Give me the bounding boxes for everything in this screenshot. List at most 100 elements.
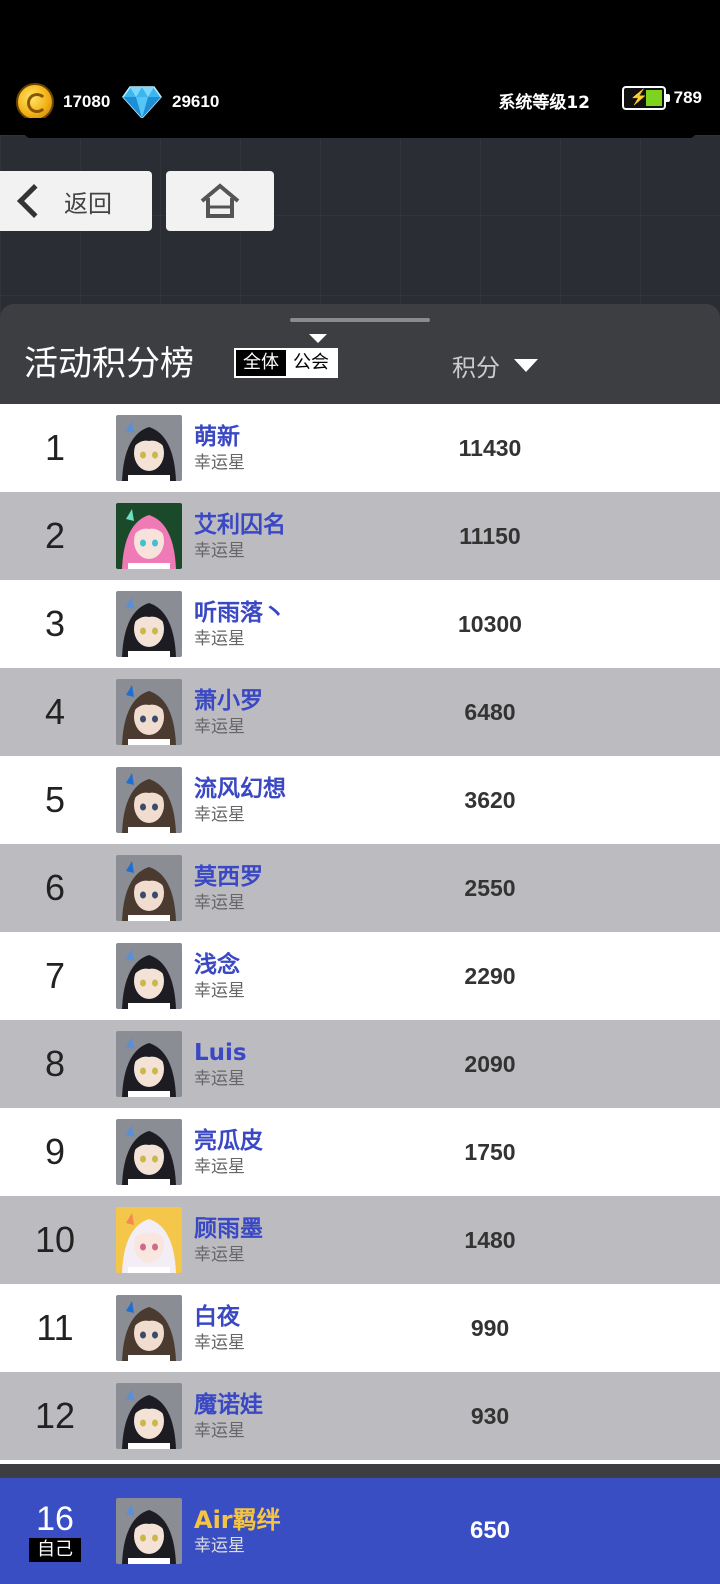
topbar-edge (0, 118, 720, 138)
self-title: 幸运星 (194, 1536, 245, 1556)
top-status-bar: 17080 29610 系统等级12 ⚡ 789 (0, 0, 720, 135)
player-title: 幸运星 (194, 1245, 245, 1265)
chevron-left-icon (17, 184, 51, 218)
player-name: 亮瓜皮 (194, 1128, 263, 1154)
stamina-counter[interactable]: ⚡ 789 (621, 86, 702, 110)
girl-avatar[interactable] (116, 415, 182, 481)
filter-all-tab[interactable]: 全体 (236, 350, 286, 376)
stamina-value: 789 (673, 88, 702, 107)
player-score: 930 (470, 1402, 510, 1429)
self-score: 650 (469, 1517, 511, 1544)
girl-avatar[interactable] (116, 1383, 182, 1449)
self-avatar[interactable] (116, 1498, 182, 1564)
filter-guild-tab[interactable]: 公会 (286, 350, 336, 376)
player-name: 艾利囚名 (194, 512, 286, 538)
boy-avatar[interactable] (116, 679, 182, 745)
ranking-row[interactable]: 3 听雨落丶幸运星 10300 (0, 580, 720, 668)
girl-avatar[interactable] (116, 1031, 182, 1097)
sort-down-icon (514, 359, 538, 372)
self-name: Air羁绊 (194, 1506, 281, 1534)
self-rank: 16 (36, 1500, 74, 1538)
gold-coin-icon (16, 83, 54, 121)
rank-number: 8 (44, 1043, 66, 1084)
player-score: 11150 (459, 522, 521, 549)
system-level: 系统等级12 (498, 93, 590, 113)
player-title: 幸运星 (194, 1421, 245, 1441)
player-name: 魔诺娃 (194, 1392, 263, 1418)
player-name: 流风幻想 (194, 776, 286, 802)
self-rank-row[interactable]: 16 自己 Air羁绊 幸运星 650 (0, 1478, 720, 1584)
boy-avatar[interactable] (116, 767, 182, 833)
ranking-row[interactable]: 7 浅念幸运星 2290 (0, 932, 720, 1020)
ranking-row[interactable]: 11 白夜幸运星 990 (0, 1284, 720, 1372)
girl-avatar[interactable] (116, 1119, 182, 1185)
player-score: 1480 (464, 1226, 516, 1253)
self-tag: 自己 (29, 1538, 81, 1562)
player-title: 幸运星 (194, 981, 245, 1001)
player-title: 幸运星 (194, 629, 245, 649)
rank-number: 4 (44, 691, 66, 732)
player-score: 1750 (464, 1138, 516, 1165)
panel-drag-handle[interactable] (290, 318, 430, 322)
rank-number: 1 (44, 427, 66, 468)
player-title: 幸运星 (194, 453, 245, 473)
rank-number: 11 (36, 1307, 74, 1348)
battery-icon: ⚡ (621, 86, 670, 110)
rank-number: 5 (44, 779, 66, 820)
pink-girl-avatar[interactable] (116, 503, 182, 569)
ranking-row[interactable]: 12 魔诺娃幸运星 930 (0, 1372, 720, 1460)
back-button[interactable]: 返回 (0, 171, 152, 231)
player-score: 2290 (464, 962, 516, 989)
rank-number: 7 (44, 955, 66, 996)
white-hair-girl-avatar[interactable] (116, 1207, 182, 1273)
ranking-row[interactable]: 10 顾雨墨 幸运星 1480 (0, 1196, 720, 1284)
player-name: 听雨落丶 (194, 600, 286, 626)
player-title: 幸运星 (194, 1157, 245, 1177)
panel-title: 活动积分榜 (24, 344, 194, 384)
rank-number: 12 (34, 1395, 76, 1436)
player-score: 3620 (464, 786, 516, 813)
score-sort-header[interactable]: 积分 (452, 348, 538, 383)
score-header-label: 积分 (452, 354, 500, 382)
player-title: 幸运星 (194, 805, 245, 825)
boy-avatar[interactable] (116, 1295, 182, 1361)
ranking-row[interactable]: 2 艾利囚名幸运星 11150 (0, 492, 720, 580)
player-score: 990 (470, 1314, 510, 1341)
player-title: 幸运星 (194, 541, 245, 561)
player-score: 6480 (464, 698, 516, 725)
ranking-list[interactable]: 1 萌新 幸运星 11430 2 艾利囚名 幸运星 11150 3 听雨落丶 幸运星 10300 4 萧小… (0, 404, 720, 1464)
ranking-row[interactable]: 9 亮瓜皮幸运星 1750 (0, 1108, 720, 1196)
ranking-row[interactable]: 1 萌新幸运星 11430 (0, 404, 720, 492)
ranking-row[interactable] (0, 1460, 720, 1464)
player-name: 萌新 (194, 424, 240, 450)
coin-counter[interactable]: 17080 (16, 83, 111, 121)
player-name: 白夜 (194, 1304, 240, 1330)
player-name: Luis (194, 1040, 247, 1066)
player-score: 11430 (458, 434, 522, 461)
player-title: 幸运星 (194, 893, 245, 913)
rank-number: 9 (44, 1131, 66, 1172)
gem-amount: 29610 (172, 92, 220, 111)
girl-avatar[interactable] (116, 943, 182, 1009)
player-score: 2550 (464, 874, 516, 901)
rank-number: 3 (44, 603, 66, 644)
caret-down-icon (309, 334, 327, 343)
home-icon (200, 183, 240, 218)
ranking-row[interactable]: 8 Luis 幸运星 2090 (0, 1020, 720, 1108)
gem-counter[interactable]: 29610 (122, 84, 219, 120)
player-score: 10300 (458, 610, 522, 637)
coin-amount: 17080 (63, 92, 111, 111)
player-name: 浅念 (194, 952, 240, 978)
home-button[interactable] (166, 171, 274, 231)
rank-number: 6 (44, 867, 66, 908)
girl-avatar[interactable] (116, 591, 182, 657)
ranking-row[interactable]: 4 萧小罗 幸运星 6480 (0, 668, 720, 756)
player-name: 顾雨墨 (194, 1216, 263, 1242)
diamond-icon (122, 86, 162, 119)
ranking-row[interactable]: 6 莫西罗 幸运星 2550 (0, 844, 720, 932)
player-score: 2090 (464, 1050, 516, 1077)
player-title: 幸运星 (194, 1333, 245, 1353)
boy-avatar[interactable] (116, 855, 182, 921)
rank-number: 2 (44, 515, 66, 556)
ranking-row[interactable]: 5 流风幻想幸运星 3620 (0, 756, 720, 844)
